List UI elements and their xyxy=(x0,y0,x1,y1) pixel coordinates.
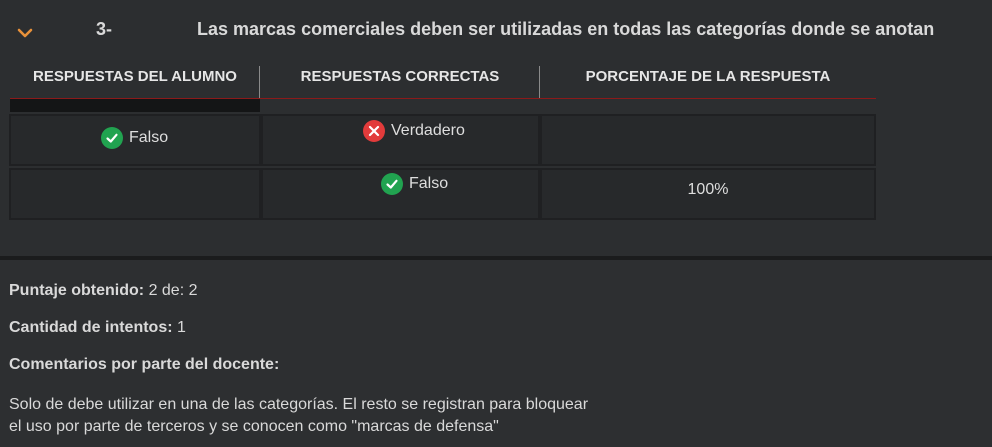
section-divider xyxy=(0,256,992,260)
attempts-line: Cantidad de intentos: 1 xyxy=(9,319,186,337)
comments-heading: Comentarios por parte del docente: xyxy=(9,356,279,374)
correct-answer: Verdadero xyxy=(391,122,465,139)
check-circle-icon xyxy=(101,127,123,149)
column-header-student: RESPUESTAS DEL ALUMNO xyxy=(33,68,237,85)
comment-line: Solo de debe utilizar en una de las cate… xyxy=(9,396,589,413)
question-header[interactable]: 3- Las marcas comerciales deben ser util… xyxy=(0,0,992,60)
table-cell-correct: Falso xyxy=(261,168,540,220)
column-header-percent: PORCENTAJE DE LA RESPUESTA xyxy=(585,68,831,85)
table-cell-percent: 100% xyxy=(540,168,876,220)
comments-label: Comentarios por parte del docente: xyxy=(9,356,280,373)
answers-table: Falso Verdadero Falso 100% xyxy=(9,114,877,222)
column-header-correct: RESPUESTAS CORRECTAS xyxy=(300,68,500,85)
question-number: 3- xyxy=(96,19,113,39)
chevron-down-icon[interactable] xyxy=(16,24,34,42)
question-text: Las marcas comerciales deben ser utiliza… xyxy=(197,19,935,39)
x-circle-icon xyxy=(363,120,385,142)
table-cell-correct: Verdadero xyxy=(261,114,540,166)
table-cell-student: Falso xyxy=(9,114,261,166)
question-panel: 3- Las marcas comerciales deben ser util… xyxy=(0,0,992,256)
teacher-comment: Solo de debe utilizar en una de las cate… xyxy=(9,394,649,438)
score-label: Puntaje obtenido: xyxy=(9,282,145,299)
correct-answer: Falso xyxy=(409,175,449,192)
score-line: Puntaje obtenido: 2 de: 2 xyxy=(9,282,198,300)
comment-line: el uso por parte de terceros y se conoce… xyxy=(9,418,499,435)
check-circle-icon xyxy=(381,173,403,195)
header-underline-block xyxy=(10,99,260,112)
table-cell-student xyxy=(9,168,261,220)
table-cell-percent xyxy=(540,114,876,166)
attempts-label: Cantidad de intentos: xyxy=(9,319,173,336)
answers-table-header: RESPUESTAS DEL ALUMNO RESPUESTAS CORRECT… xyxy=(10,62,876,100)
attempts-value: 1 xyxy=(177,319,186,336)
student-answer: Falso xyxy=(129,129,169,146)
score-value: 2 de: 2 xyxy=(148,282,198,299)
answer-percent: 100% xyxy=(687,181,729,198)
